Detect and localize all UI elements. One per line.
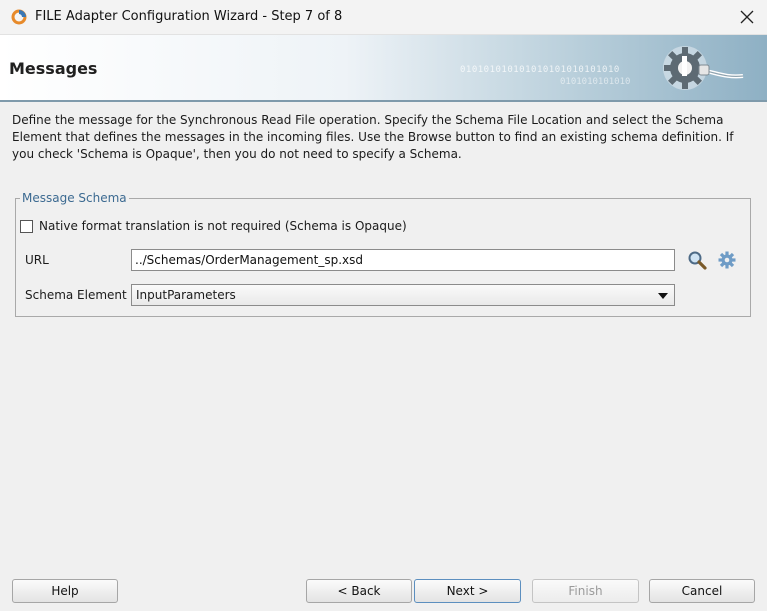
back-button[interactable]: < Back xyxy=(306,579,412,603)
gear-icon[interactable] xyxy=(716,249,738,271)
search-icon[interactable] xyxy=(686,249,708,271)
header-banner: Messages 010101010101010101010101010 010… xyxy=(0,35,767,102)
title-bar: FILE Adapter Configuration Wizard - Step… xyxy=(0,0,767,35)
close-icon[interactable] xyxy=(733,4,761,30)
cancel-button[interactable]: Cancel xyxy=(649,579,755,603)
opaque-checkbox-row[interactable]: Native format translation is not require… xyxy=(20,219,407,233)
description-text: Define the message for the Synchronous R… xyxy=(12,113,734,161)
app-icon xyxy=(11,9,27,25)
page-title: Messages xyxy=(9,59,98,78)
window-title: FILE Adapter Configuration Wizard - Step… xyxy=(35,9,343,24)
chevron-down-icon xyxy=(658,293,668,299)
opaque-checkbox-label: Native format translation is not require… xyxy=(39,219,407,233)
help-button[interactable]: Help xyxy=(12,579,118,603)
schema-element-select[interactable]: InputParameters xyxy=(131,284,675,306)
opaque-checkbox[interactable] xyxy=(20,219,33,233)
url-input[interactable] xyxy=(131,249,675,271)
url-label: URL xyxy=(25,253,49,267)
next-button[interactable]: Next > xyxy=(414,579,521,603)
gear-plug-icon xyxy=(663,46,744,90)
banner-binary-pattern-2: 0101010101010 xyxy=(560,77,631,87)
message-schema-legend: Message Schema xyxy=(20,191,129,205)
finish-button[interactable]: Finish xyxy=(532,579,639,603)
schema-element-label: Schema Element xyxy=(25,288,127,302)
schema-element-value: InputParameters xyxy=(136,288,236,302)
banner-binary-pattern: 010101010101010101010101010 xyxy=(460,65,620,75)
